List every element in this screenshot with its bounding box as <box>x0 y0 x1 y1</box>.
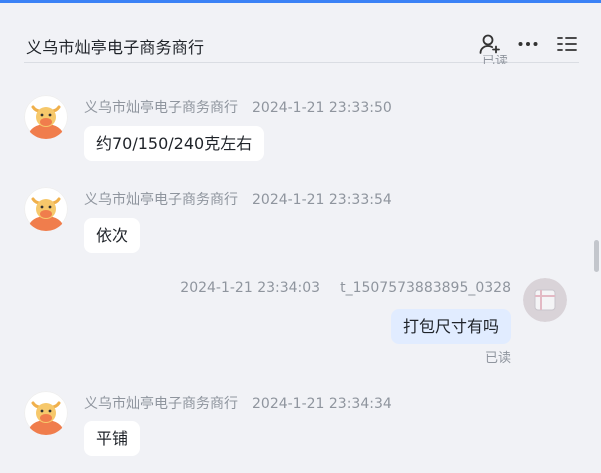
message-meta: 义乌市灿亭电子商务商行 2024-1-21 23:34:34 <box>84 393 392 413</box>
message-bubble[interactable]: 平铺 <box>84 421 141 456</box>
read-status-peek: 已读 <box>482 55 509 64</box>
read-status: 已读 <box>484 351 511 366</box>
message-bubble[interactable]: 约70/150/240克左右 <box>84 126 265 161</box>
message-time: 2024-1-21 23:34:03 <box>180 280 321 296</box>
chat-title: 义乌市灿亭电子商务商行 <box>26 38 205 57</box>
message-bubble[interactable]: 依次 <box>84 218 141 253</box>
message-time: 2024-1-21 23:33:54 <box>252 192 392 208</box>
sender-name: 义乌市灿亭电子商务商行 <box>84 396 238 412</box>
message-meta: 2024-1-21 23:34:03 t_1507573883895_0328 <box>180 280 511 296</box>
message-bubble[interactable]: 打包尺寸有吗 <box>390 309 511 344</box>
sender-name: 义乌市灿亭电子商务商行 <box>84 192 238 208</box>
add-contact-icon[interactable] <box>478 32 502 56</box>
message-time: 2024-1-21 23:33:50 <box>252 100 392 116</box>
message-meta: 义乌市灿亭电子商务商行 2024-1-21 23:33:54 <box>84 189 392 209</box>
avatar[interactable] <box>24 95 68 139</box>
scrollbar-thumb[interactable] <box>594 240 599 272</box>
sender-name: 义乌市灿亭电子商务商行 <box>84 100 238 116</box>
message-meta: 义乌市灿亭电子商务商行 2024-1-21 23:33:50 <box>84 97 392 117</box>
avatar[interactable] <box>24 391 68 435</box>
more-icon[interactable] <box>516 32 540 56</box>
avatar[interactable] <box>24 187 68 231</box>
sender-name: t_1507573883895_0328 <box>340 280 511 296</box>
avatar[interactable] <box>523 278 567 322</box>
menu-list-icon[interactable] <box>555 32 579 56</box>
chat-header: 义乌市灿亭电子商务商行 <box>0 3 601 63</box>
message-time: 2024-1-21 23:34:34 <box>252 396 392 412</box>
